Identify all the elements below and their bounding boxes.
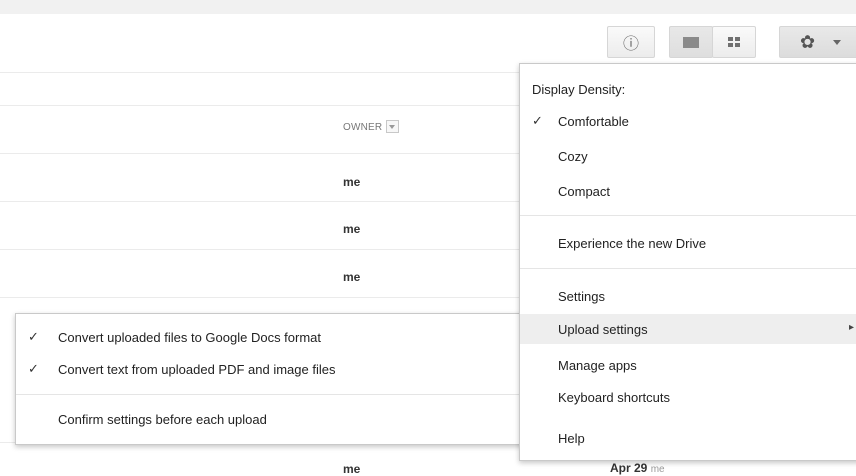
- settings-item[interactable]: Settings: [520, 281, 856, 311]
- item-label: Help: [558, 431, 585, 446]
- help-item[interactable]: Help: [520, 423, 856, 453]
- keyboard-shortcuts-item[interactable]: Keyboard shortcuts: [520, 382, 856, 412]
- owner-column-header[interactable]: OWNER: [343, 120, 400, 134]
- density-cozy-option[interactable]: Cozy: [520, 141, 856, 171]
- convert-docs-format-option[interactable]: ✓ Convert uploaded files to Google Docs …: [16, 322, 526, 352]
- density-compact-option[interactable]: Compact: [520, 176, 856, 206]
- upload-settings-submenu: ✓ Convert uploaded files to Google Docs …: [15, 313, 527, 445]
- modified-date-cell: Apr 29 me: [610, 461, 665, 475]
- option-label: Confirm settings before each upload: [58, 412, 267, 427]
- option-label: Convert text from uploaded PDF and image…: [58, 362, 336, 377]
- top-bar: [0, 0, 856, 14]
- info-icon: ⓘ: [622, 36, 639, 53]
- item-label: Keyboard shortcuts: [558, 390, 671, 405]
- option-label: Convert uploaded files to Google Docs fo…: [58, 330, 322, 345]
- modified-by: me: [650, 464, 665, 475]
- checkmark-icon: ✓: [28, 361, 39, 376]
- owner-header-label: OWNER: [343, 122, 383, 134]
- option-label: Comfortable: [558, 114, 629, 129]
- convert-pdf-text-option[interactable]: ✓ Convert text from uploaded PDF and ima…: [16, 354, 526, 384]
- gear-icon: ✿: [800, 31, 816, 52]
- menu-separator: [520, 268, 856, 269]
- grid-view-icon: [728, 37, 740, 47]
- owner-cell: me: [343, 462, 361, 476]
- owner-cell: me: [343, 270, 361, 284]
- option-label: Cozy: [558, 149, 588, 164]
- owner-cell: me: [343, 175, 361, 189]
- modified-date: Apr 29: [610, 461, 648, 475]
- settings-dropdown-menu: Display Density: ✓ Comfortable Cozy Comp…: [519, 63, 856, 461]
- dropdown-arrow-icon: [833, 39, 842, 45]
- sort-dropdown-icon[interactable]: [386, 120, 400, 133]
- menu-separator: [520, 215, 856, 216]
- item-label: Settings: [558, 289, 605, 304]
- option-label: Compact: [558, 184, 611, 199]
- grid-view-button[interactable]: [712, 26, 756, 58]
- display-density-heading: Display Density:: [520, 74, 856, 104]
- list-view-button[interactable]: [669, 26, 713, 58]
- owner-cell: me: [343, 222, 361, 236]
- submenu-arrow-icon: ▸: [849, 322, 855, 333]
- checkmark-icon: ✓: [28, 329, 39, 344]
- list-view-icon: [683, 36, 699, 48]
- item-label: Manage apps: [558, 358, 637, 373]
- experience-new-drive-item[interactable]: Experience the new Drive: [520, 228, 856, 258]
- manage-apps-item[interactable]: Manage apps: [520, 350, 856, 380]
- upload-settings-item[interactable]: Upload settings ▸: [520, 314, 856, 344]
- confirm-before-upload-option[interactable]: Confirm settings before each upload: [16, 404, 526, 434]
- density-comfortable-option[interactable]: ✓ Comfortable: [520, 106, 856, 136]
- checkmark-icon: ✓: [532, 113, 543, 128]
- heading-label: Display Density:: [532, 82, 626, 97]
- item-label: Experience the new Drive: [558, 236, 707, 251]
- item-label: Upload settings: [558, 322, 648, 337]
- menu-separator: [16, 394, 526, 395]
- settings-gear-button[interactable]: ✿: [779, 26, 856, 58]
- details-button[interactable]: ⓘ: [607, 26, 655, 58]
